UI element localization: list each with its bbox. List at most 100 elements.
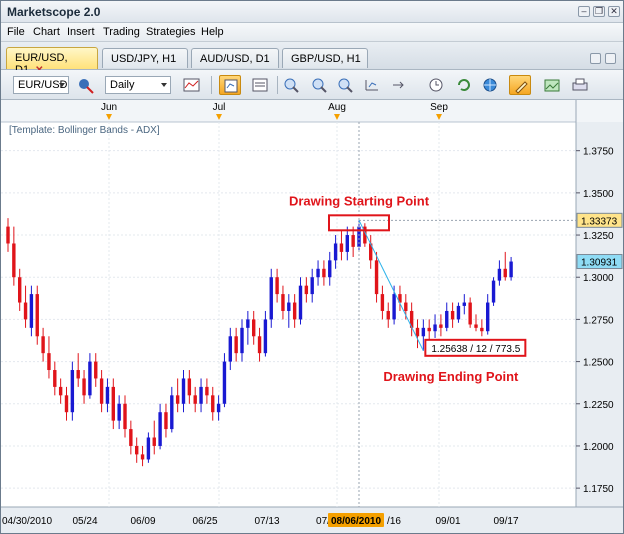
candle-body bbox=[456, 305, 461, 320]
menu-bar: File Chart Insert Trading Strategies Hel… bbox=[1, 23, 623, 42]
candle-body bbox=[503, 268, 507, 278]
candle-body bbox=[474, 324, 478, 328]
menu-trading[interactable]: Trading bbox=[103, 26, 140, 38]
scroll-right-icon[interactable] bbox=[361, 75, 383, 95]
marketscope-window: Marketscope 2.0 – ❐ ✕ File Chart Insert … bbox=[0, 0, 624, 534]
timeframe-value: Daily bbox=[110, 79, 135, 91]
refresh-icon[interactable] bbox=[453, 75, 475, 95]
title-bar: Marketscope 2.0 – ❐ ✕ bbox=[1, 1, 623, 23]
price-tick-label: 1.2500 bbox=[583, 358, 614, 369]
chevron-down-icon bbox=[161, 83, 167, 87]
date-tick-label: /16 bbox=[387, 516, 401, 527]
close-icon[interactable]: ✕ bbox=[608, 6, 620, 17]
menu-strategies[interactable]: Strategies bbox=[146, 26, 196, 38]
price-tick-label: 1.1750 bbox=[583, 484, 614, 495]
chart-type-icon[interactable] bbox=[219, 75, 241, 95]
menu-insert[interactable]: Insert bbox=[67, 26, 95, 38]
candle-body bbox=[275, 277, 279, 295]
instrument-dropdown[interactable]: EUR/USD bbox=[13, 76, 69, 94]
price-tick-label: 1.3500 bbox=[583, 189, 614, 200]
candle-body bbox=[117, 403, 121, 421]
price-tick-label: 1.3250 bbox=[583, 231, 614, 242]
tab-label: GBP/USD, H1 bbox=[291, 53, 361, 65]
scroll-left-icon[interactable] bbox=[335, 75, 357, 95]
tab-restore-icon[interactable] bbox=[590, 53, 601, 64]
template-label: [Template: Bollinger Bands - ADX] bbox=[9, 125, 160, 136]
date-tick-label: 05/24 bbox=[72, 516, 97, 527]
date-tick-labels: 04/30/2010 05/24 06/09 06/25 07/13 07/08/06/2… bbox=[2, 513, 519, 527]
price-chart[interactable]: Jun Jul Aug Sep 1.3750 1.3500 1.3250 1.3000 1.2… bbox=[1, 100, 623, 534]
candle-body bbox=[281, 294, 285, 311]
candle-body bbox=[374, 260, 379, 295]
candle-body bbox=[82, 378, 86, 396]
candle-body bbox=[175, 395, 180, 404]
menu-file[interactable]: File bbox=[7, 26, 25, 38]
candle-body bbox=[491, 280, 496, 303]
candle-body bbox=[310, 277, 314, 295]
candle-body bbox=[439, 324, 443, 328]
price-tick-label: 1.2750 bbox=[583, 315, 614, 326]
template-icon[interactable] bbox=[249, 75, 271, 95]
candle-body bbox=[333, 243, 338, 261]
menu-chart[interactable]: Chart bbox=[33, 26, 60, 38]
fit-icon[interactable] bbox=[387, 75, 409, 95]
offer-toggle-icon[interactable] bbox=[75, 75, 97, 95]
candle-body bbox=[47, 353, 51, 371]
candle-body bbox=[228, 336, 232, 362]
candle-body bbox=[427, 327, 431, 332]
clock-icon[interactable] bbox=[425, 75, 447, 95]
menu-help[interactable]: Help bbox=[201, 26, 224, 38]
candle-body bbox=[70, 370, 75, 413]
tab-close-all-icon[interactable] bbox=[605, 53, 616, 64]
chart-tabs: EUR/USD, D1✕ USD/JPY, H1 AUD/USD, D1 GBP… bbox=[1, 42, 623, 76]
price-tick-label: 1.3750 bbox=[583, 147, 614, 158]
candle-body bbox=[450, 310, 455, 320]
tab-audusd-d1[interactable]: AUD/USD, D1 bbox=[191, 48, 279, 68]
candle-body bbox=[462, 302, 466, 306]
candle-body bbox=[64, 395, 69, 413]
candle-body bbox=[386, 310, 390, 320]
print-icon[interactable] bbox=[569, 75, 591, 95]
candle-body bbox=[41, 336, 45, 354]
zoom-in-icon[interactable] bbox=[281, 75, 303, 95]
drawing-end-annotation: Drawing Ending Point bbox=[383, 369, 519, 384]
month-strip bbox=[1, 100, 623, 122]
month-label: Jul bbox=[213, 102, 226, 113]
candle-body bbox=[433, 324, 437, 332]
candle-body bbox=[181, 378, 186, 404]
tab-gbpusd-h1[interactable]: GBP/USD, H1 bbox=[282, 48, 368, 68]
app-title: Marketscope 2.0 bbox=[7, 5, 101, 19]
image-icon[interactable] bbox=[541, 75, 563, 95]
restore-icon[interactable]: ❐ bbox=[593, 6, 605, 17]
globe-icon[interactable] bbox=[479, 75, 501, 95]
tab-usdjpy-h1[interactable]: USD/JPY, H1 bbox=[102, 48, 188, 68]
candle-body bbox=[58, 386, 63, 396]
tab-eurusd-d1[interactable]: EUR/USD, D1✕ bbox=[6, 47, 98, 76]
candle-body bbox=[328, 260, 332, 278]
candle-body bbox=[404, 302, 408, 311]
candle-body bbox=[123, 403, 127, 430]
candle-body bbox=[480, 327, 484, 332]
price-tick-label: 1.3000 bbox=[583, 273, 614, 284]
date-tick-label: 09/17 bbox=[493, 516, 518, 527]
pencil-icon[interactable] bbox=[509, 75, 531, 95]
candle-body bbox=[88, 361, 92, 396]
toolbar-separator bbox=[211, 76, 212, 94]
candle-body bbox=[246, 319, 250, 328]
candle-body bbox=[216, 403, 221, 413]
price-tag-label: 1.30931 bbox=[581, 258, 618, 269]
candle-body bbox=[415, 327, 420, 337]
candle-body bbox=[29, 294, 34, 328]
timeframe-dropdown[interactable]: Daily bbox=[105, 76, 171, 94]
candle-body bbox=[497, 268, 502, 281]
candle-body bbox=[445, 310, 449, 328]
date-tick-label: 07/13 bbox=[254, 516, 279, 527]
zoom-out-icon[interactable] bbox=[309, 75, 331, 95]
minimize-icon[interactable]: – bbox=[578, 6, 590, 17]
candle-body bbox=[35, 294, 39, 337]
month-label: Sep bbox=[430, 102, 448, 113]
candle-body bbox=[380, 294, 385, 311]
date-tick-label: 04/30/2010 bbox=[2, 516, 52, 527]
candle-body bbox=[298, 285, 303, 320]
indicator-icon[interactable] bbox=[181, 75, 203, 95]
